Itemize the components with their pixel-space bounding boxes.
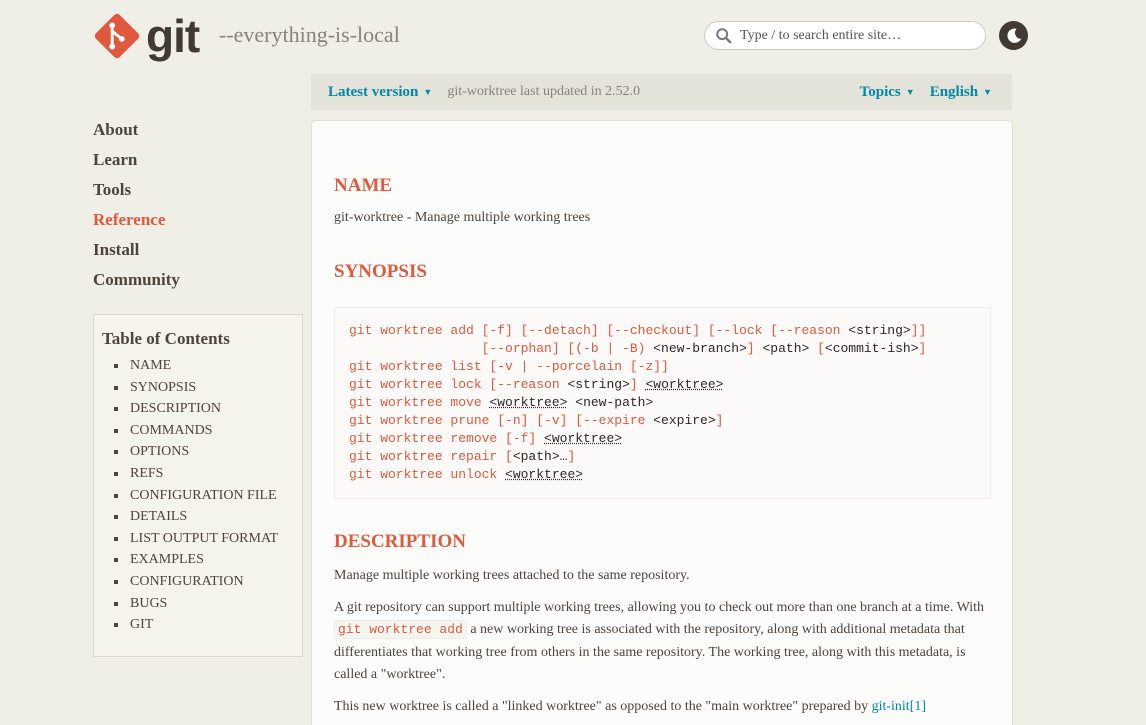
toc-item[interactable]: CONFIGURATION FILE	[112, 485, 294, 507]
last-updated-text: git-worktree last updated in 2.52.0	[447, 84, 641, 99]
nav-item-learn[interactable]: Learn	[93, 150, 180, 180]
table-of-contents: Table of Contents NAME SYNOPSIS DESCRIPT…	[93, 314, 303, 657]
main-content: NAME git-worktree - Manage multiple work…	[311, 120, 1013, 725]
toc-item[interactable]: GIT	[112, 614, 294, 636]
search-icon	[716, 27, 732, 43]
nav-item-tools[interactable]: Tools	[93, 180, 180, 210]
chevron-down-icon: ▼	[905, 87, 915, 98]
toc-item[interactable]: BUGS	[112, 593, 294, 615]
description-paragraph: A git repository can support multiple wo…	[334, 599, 985, 682]
toc-item[interactable]: REFS	[112, 463, 294, 485]
synopsis-code-block: git worktree add [-f] [--detach] [--chec…	[334, 307, 991, 499]
toc-title: Table of Contents	[102, 329, 230, 348]
nav-item-about[interactable]: About	[93, 120, 180, 150]
chevron-down-icon: ▼	[423, 87, 433, 98]
name-text: git-worktree - Manage multiple working t…	[334, 210, 591, 225]
inline-code: git worktree add	[334, 620, 467, 639]
moon-icon	[1006, 28, 1021, 43]
sidebar-nav: About Learn Tools Reference Install Comm…	[93, 120, 180, 300]
description-paragraph: Manage multiple working trees attached t…	[334, 568, 690, 583]
dark-mode-toggle[interactable]	[999, 21, 1028, 50]
topics-dropdown[interactable]: Topics ▼	[860, 84, 915, 101]
synopsis-heading: SYNOPSIS	[334, 261, 427, 282]
toc-item[interactable]: DETAILS	[112, 506, 294, 528]
nav-item-install[interactable]: Install	[93, 240, 180, 270]
description-paragraph: This new worktree is called a "linked wo…	[334, 698, 927, 714]
git-logo-icon	[94, 13, 140, 59]
toc-item[interactable]: NAME	[112, 355, 294, 377]
toc-item[interactable]: DESCRIPTION	[112, 398, 294, 420]
toc-item[interactable]: SYNOPSIS	[112, 377, 294, 399]
description-body: Manage multiple working trees attached t…	[334, 565, 994, 725]
nav-item-reference[interactable]: Reference	[93, 210, 180, 240]
tagline: --everything-is-local	[219, 22, 400, 47]
toc-item[interactable]: LIST OUTPUT FORMAT	[112, 528, 294, 550]
name-heading: NAME	[334, 175, 393, 196]
toc-item[interactable]: OPTIONS	[112, 441, 294, 463]
search-input[interactable]	[740, 27, 980, 44]
version-bar: Latest version ▼ git-worktree last update…	[311, 74, 1012, 110]
language-dropdown[interactable]: English ▼	[930, 84, 992, 101]
search-box[interactable]	[704, 21, 986, 50]
nav-item-community[interactable]: Community	[93, 270, 180, 300]
toc-item[interactable]: EXAMPLES	[112, 549, 294, 571]
toc-item[interactable]: COMMANDS	[112, 420, 294, 442]
description-heading: DESCRIPTION	[334, 531, 466, 552]
logo-text: git	[146, 10, 200, 62]
toc-item[interactable]: CONFIGURATION	[112, 571, 294, 593]
chevron-down-icon: ▼	[983, 87, 992, 98]
git-init-link[interactable]: git-init[1]	[872, 699, 926, 714]
latest-version-dropdown[interactable]: Latest version ▼	[328, 84, 432, 101]
git-logo[interactable]: git	[93, 10, 200, 62]
